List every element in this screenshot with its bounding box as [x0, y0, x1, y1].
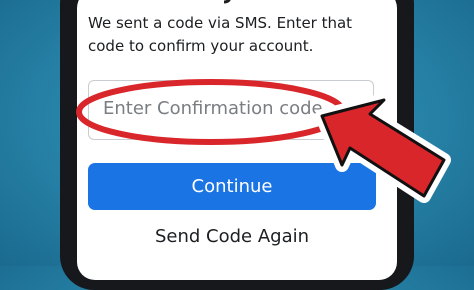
red-circle-highlight: [76, 79, 346, 145]
red-arrow-icon: [315, 93, 451, 203]
annotation-layer: [76, 79, 451, 203]
